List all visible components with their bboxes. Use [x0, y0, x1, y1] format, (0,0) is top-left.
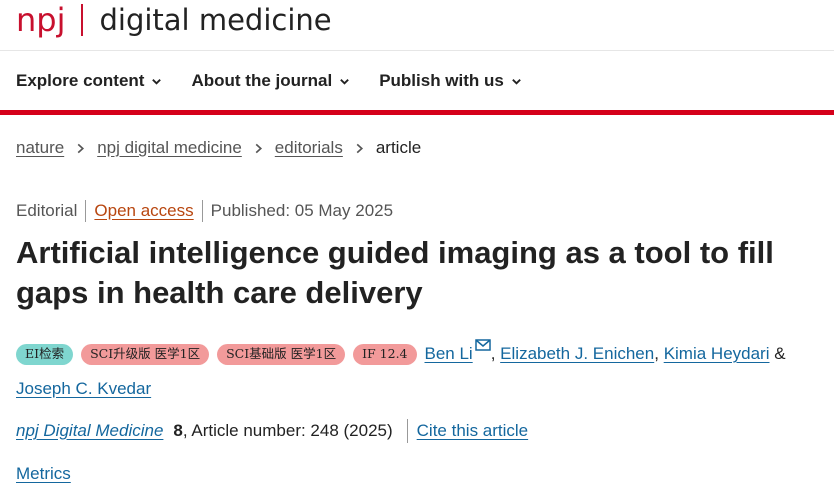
ei-index-badge: EI检索 [16, 344, 74, 365]
nav-item-label: About the journal [191, 71, 333, 90]
author-link[interactable]: Joseph C. Kvedar [16, 379, 151, 398]
brand-divider [81, 4, 84, 36]
author-separator: & [774, 344, 786, 363]
meta-divider [201, 200, 203, 222]
article-type: Editorial [16, 201, 78, 220]
main-nav: Explore content About the journal Publis… [16, 68, 522, 94]
breadcrumb-npj-digital-medicine[interactable]: npj digital medicine [97, 138, 242, 158]
author-list: EI检索 SCI升级版 医学1区 SCI基础版 医学1区 IF 12.4 Ben Li,… [16, 336, 832, 406]
sci-base-badge: SCI基础版 医学1区 [217, 344, 346, 365]
nav-accent-bar [0, 110, 834, 115]
nav-about-journal[interactable]: About the journal [191, 71, 350, 91]
breadcrumb-current: article [375, 138, 422, 157]
nav-explore-content[interactable]: Explore content [16, 71, 162, 91]
article-meta: Editorial Open access Published: 05 May … [16, 200, 393, 222]
chevron-down-icon [512, 78, 521, 85]
journal-link[interactable]: npj Digital Medicine [16, 421, 163, 441]
impact-factor-badge: IF 12.4 [353, 344, 417, 365]
author-separator: , [490, 344, 496, 363]
nav-item-label: Publish with us [379, 71, 504, 90]
author-separator: , [654, 344, 659, 363]
chevron-down-icon [340, 78, 350, 85]
header-divider [0, 50, 834, 51]
author-link[interactable]: Ben Li [425, 344, 473, 363]
npj-logo-text: npj [16, 1, 66, 39]
breadcrumb-nature[interactable]: nature [16, 138, 64, 158]
metrics-link[interactable]: Metrics [16, 464, 71, 484]
article-number: , Article number: 248 (2025) [182, 421, 393, 440]
chevron-right-icon [255, 143, 262, 153]
sci-upgrade-badge: SCI升级版 医学1区 [81, 344, 210, 365]
chevron-right-icon [356, 143, 363, 153]
nav-item-label: Explore content [16, 71, 145, 90]
meta-divider [85, 200, 87, 222]
chevron-down-icon [152, 78, 162, 85]
published-date: Published: 05 May 2025 [210, 201, 394, 220]
email-icon[interactable] [474, 339, 491, 351]
volume-number: 8 [173, 421, 183, 440]
breadcrumb: nature npj digital medicine editorials a… [16, 138, 421, 158]
author-link[interactable]: Kimia Heydari [664, 344, 770, 363]
cite-this-article-link[interactable]: Cite this article [417, 421, 528, 441]
breadcrumb-editorials[interactable]: editorials [275, 138, 343, 158]
open-access-link[interactable]: Open access [94, 201, 193, 221]
chevron-right-icon [77, 143, 85, 153]
citation-divider [406, 419, 408, 443]
citation-info: npj Digital Medicine 8 , Article number:… [16, 419, 528, 443]
article-title: Artificial intelligence guided imaging a… [16, 235, 774, 310]
author-link[interactable]: Elizabeth J. Enichen [500, 344, 654, 363]
nav-publish-with-us[interactable]: Publish with us [379, 71, 522, 91]
journal-brand[interactable]: npj digital medicine [16, 0, 332, 40]
journal-name: digital medicine [99, 2, 332, 37]
